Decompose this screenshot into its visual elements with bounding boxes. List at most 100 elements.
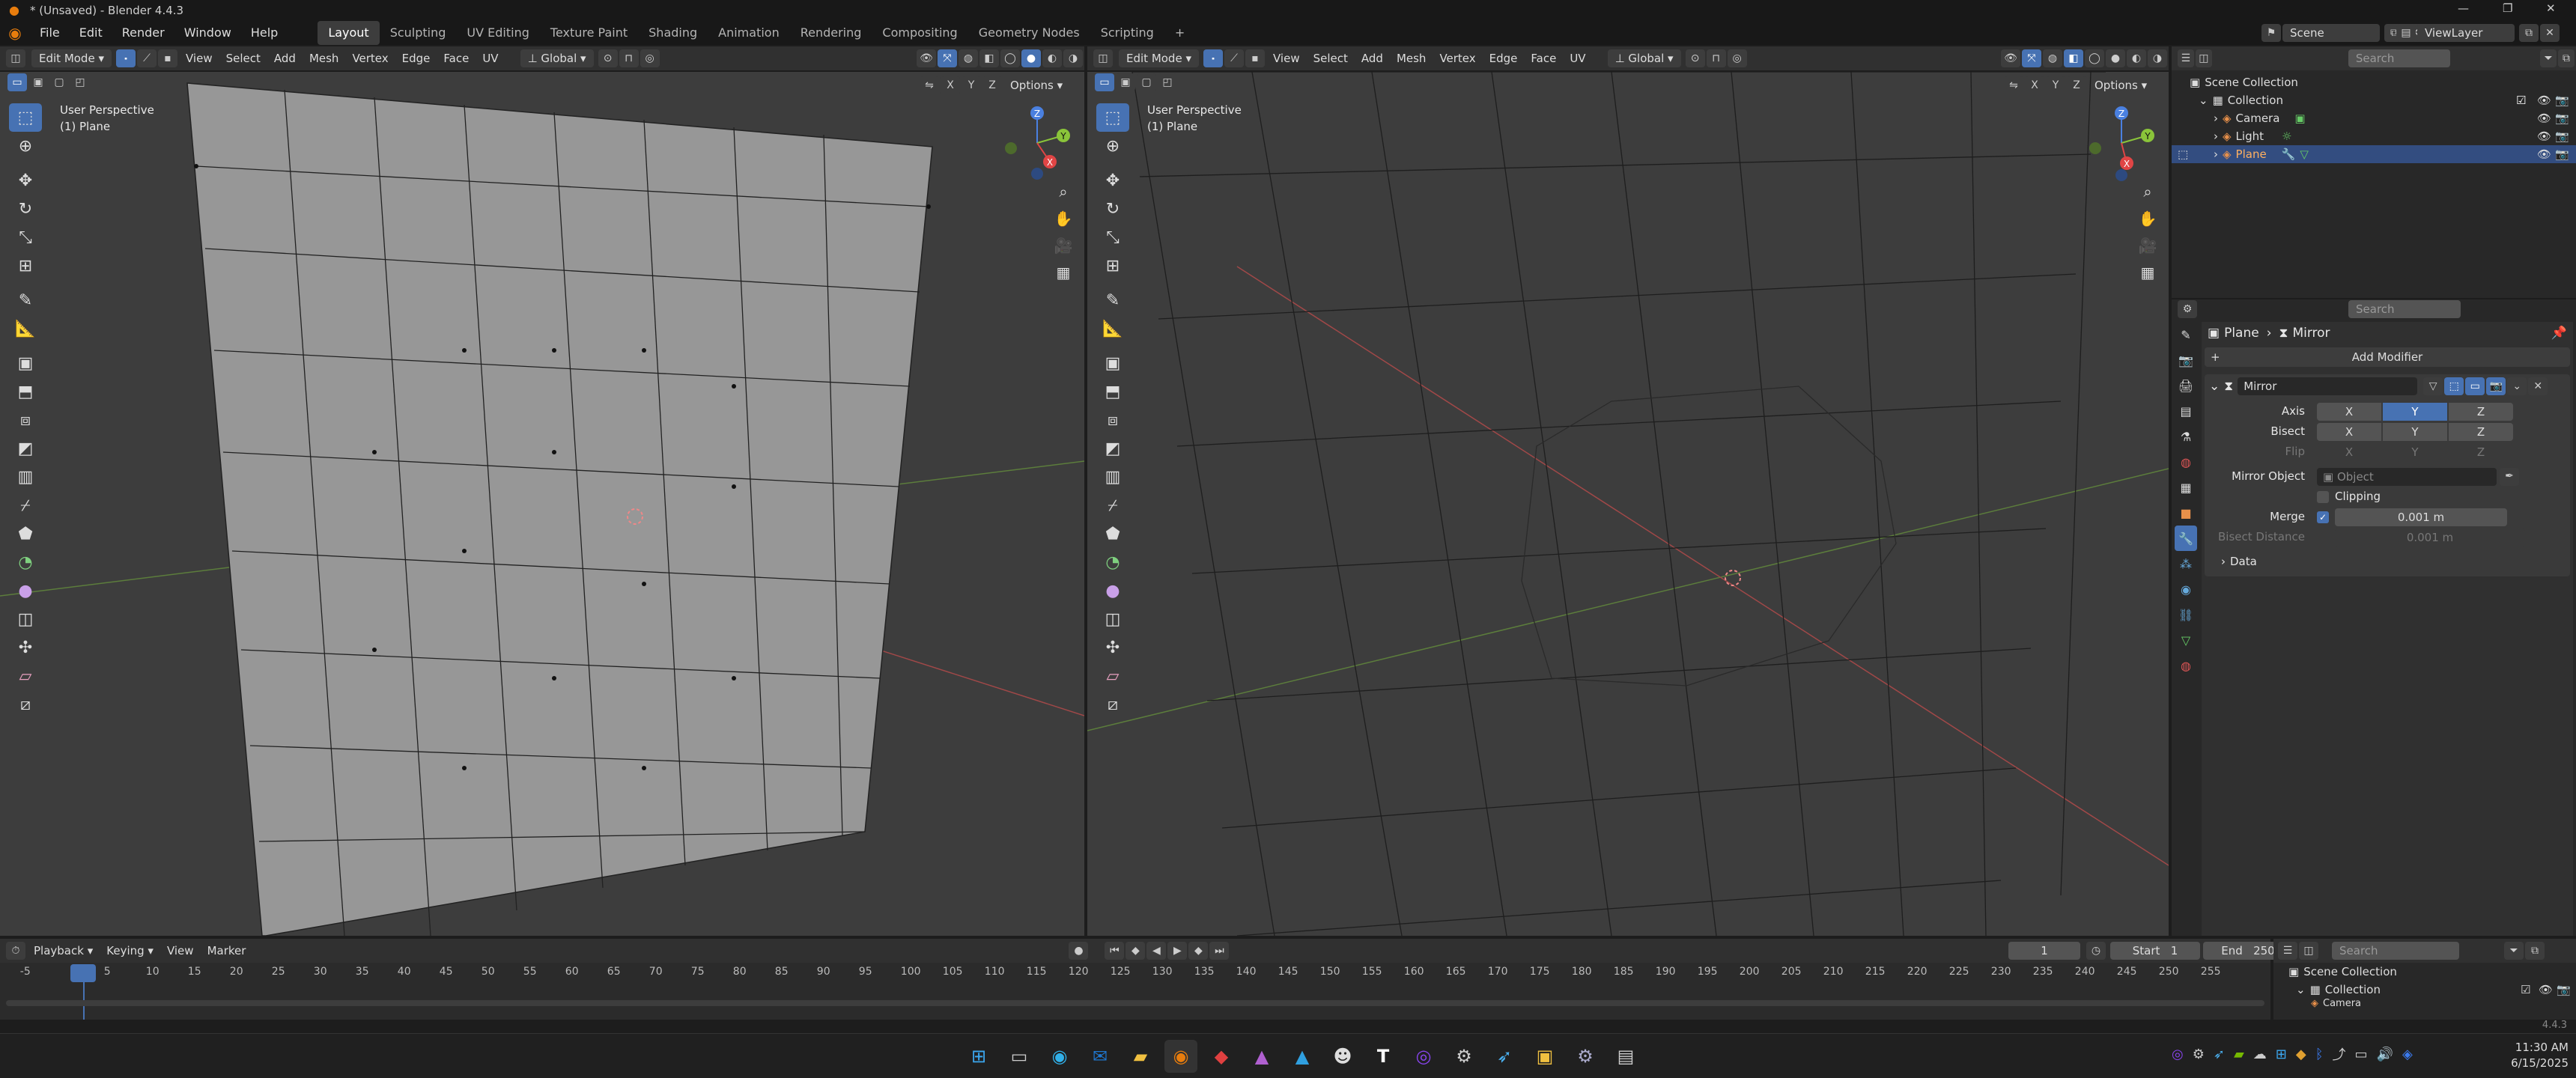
editor-type-icon[interactable]: ☰ — [2278, 942, 2297, 960]
menu-uv[interactable]: UV — [476, 46, 505, 70]
modifier-menu-icon[interactable]: ⌄ — [2507, 377, 2527, 395]
menu-mesh[interactable]: Mesh — [1390, 46, 1433, 70]
filter-icon[interactable]: ⏷ — [2540, 49, 2557, 67]
outliner-row-scene-collection[interactable]: ▣ Scene Collection — [2172, 73, 2576, 91]
inset-tool-icon[interactable]: ⧈ — [1096, 406, 1129, 434]
affinity-designer-icon[interactable]: ▲ — [1286, 1040, 1319, 1073]
visibility-icon[interactable]: 👁 — [2001, 49, 2020, 67]
menu-add[interactable]: Add — [267, 46, 303, 70]
filter-icon[interactable]: ⏷ — [2504, 942, 2524, 960]
checkbox-icon[interactable]: ☑ — [2521, 981, 2530, 999]
minimize-button[interactable]: — — [2458, 1, 2469, 15]
affinity-icon[interactable]: ▲ — [1245, 1040, 1278, 1073]
tool-tab-icon[interactable]: ✎ — [2175, 322, 2197, 347]
menu-select[interactable]: Select — [219, 46, 267, 70]
outliner-row-collection[interactable]: ⌄ ▦ Collection ☑ 👁 📷 — [2172, 91, 2576, 109]
menu-mesh[interactable]: Mesh — [303, 46, 346, 70]
display-mode-icon[interactable]: ◫ — [2195, 49, 2212, 67]
tray-dropbox-icon[interactable]: ◈ — [2402, 1047, 2413, 1062]
solid-shading-icon[interactable]: ● — [1021, 49, 1041, 67]
add-cube-tool-icon[interactable]: ▣ — [9, 349, 42, 377]
flip-y-toggle[interactable]: Y — [2383, 442, 2447, 461]
menu-render[interactable]: Render — [112, 21, 174, 45]
select-box-tool-icon[interactable]: ⬚ — [1096, 103, 1129, 132]
menu-help[interactable]: Help — [241, 21, 288, 45]
current-frame-field[interactable]: 1 — [2008, 942, 2080, 960]
tray-share-icon[interactable]: ⤴ — [2333, 1044, 2346, 1064]
bisect-x-toggle[interactable]: X — [2317, 422, 2381, 441]
menu-vertex[interactable]: Vertex — [1433, 46, 1482, 70]
expand-arrow-icon[interactable]: ⌄ — [2199, 91, 2208, 109]
zoom-icon[interactable]: ⌕ — [2134, 178, 2161, 205]
zoom-icon[interactable]: ⌕ — [1050, 178, 1077, 205]
editor-type-icon[interactable]: ◫ — [1093, 49, 1113, 67]
expand-arrow-icon[interactable]: › — [2214, 109, 2218, 127]
shrink-fatten-tool-icon[interactable]: ✣ — [9, 633, 42, 662]
rendered-shading-icon[interactable]: ◑ — [2148, 49, 2167, 67]
annotate-tool-icon[interactable]: ✎ — [1096, 286, 1129, 314]
tray-nvidia-icon[interactable]: ▰ — [2234, 1047, 2244, 1062]
assistant-icon[interactable]: ☻ — [1326, 1040, 1359, 1073]
visibility-icon[interactable]: 👁 — [917, 49, 936, 67]
spin-tool-icon[interactable]: ◔ — [1096, 548, 1129, 576]
menu-marker[interactable]: Marker — [201, 939, 253, 963]
tray-bluetooth-icon[interactable]: ᛒ — [2315, 1047, 2324, 1062]
data-subpanel-header[interactable]: › Data — [2205, 552, 2570, 572]
editor-type-icon[interactable]: ⚙ — [2178, 300, 2197, 318]
tab-uv-editing[interactable]: UV Editing — [456, 21, 539, 45]
collection-tab-icon[interactable]: ▦ — [2175, 475, 2197, 500]
mode-dropdown[interactable]: Edit Mode ▾ — [31, 49, 112, 67]
loop-cut-tool-icon[interactable]: ▥ — [1096, 463, 1129, 491]
add-modifier-button[interactable]: + Add Modifier — [2205, 347, 2570, 367]
tab-texture-paint[interactable]: Texture Paint — [540, 21, 638, 45]
mirror-y-toggle[interactable]: Y — [962, 76, 981, 94]
steam-icon[interactable]: ⚙ — [1448, 1040, 1480, 1073]
menu-face[interactable]: Face — [1524, 46, 1563, 70]
rotate-tool-icon[interactable]: ↻ — [1096, 195, 1129, 223]
edge-browser-icon[interactable]: ◉ — [1043, 1040, 1076, 1073]
scale-tool-icon[interactable]: ⤡ — [1096, 223, 1129, 252]
outliner-search-input[interactable]: Search — [2348, 49, 2451, 67]
spin-tool-icon[interactable]: ◔ — [9, 548, 42, 576]
outlook-icon[interactable]: ✉ — [1084, 1040, 1117, 1073]
extrude-tool-icon[interactable]: ⬒ — [9, 377, 42, 406]
outliner-row-light[interactable]: › ◈ Light ☼ 👁 📷 — [2172, 127, 2576, 145]
orientation-dropdown[interactable]: ⊥ Global ▾ — [520, 49, 594, 67]
secondary-row-camera[interactable]: ◈ Camera — [2273, 999, 2576, 1009]
eye-icon[interactable]: 👁 — [2539, 981, 2553, 999]
mode-dropdown[interactable]: Edit Mode ▾ — [1119, 49, 1199, 67]
collapse-arrow-icon[interactable]: ⌄ — [2209, 379, 2220, 394]
folder-icon[interactable]: ▰ — [1124, 1040, 1157, 1073]
menu-window[interactable]: Window — [174, 21, 241, 45]
select-intersect-icon[interactable]: ◰ — [70, 73, 90, 91]
snap-icon[interactable]: ⊓ — [619, 49, 639, 67]
add-cube-tool-icon[interactable]: ▣ — [1096, 349, 1129, 377]
select-new-icon[interactable]: ▭ — [7, 73, 27, 91]
xray-icon[interactable]: ◧ — [979, 49, 999, 67]
camera-view-icon[interactable]: 🎥 — [1050, 232, 1077, 259]
rotate-tool-icon[interactable]: ↻ — [9, 195, 42, 223]
select-subtract-icon[interactable]: ▢ — [49, 73, 69, 91]
wireframe-shading-icon[interactable]: ◯ — [2085, 49, 2104, 67]
terminal-icon[interactable]: ▤ — [1609, 1040, 1642, 1073]
tray-obs-icon[interactable]: ◎ — [2172, 1047, 2184, 1062]
pivot-icon[interactable]: ⊙ — [598, 49, 618, 67]
move-tool-icon[interactable]: ✥ — [9, 166, 42, 195]
prev-keyframe-icon[interactable]: ◆ — [1126, 942, 1146, 960]
on-cage-icon[interactable]: ▽ — [2423, 377, 2443, 395]
perspective-grid-icon[interactable]: ▦ — [1050, 259, 1077, 286]
cursor-tool-icon[interactable]: ⊕ — [9, 132, 42, 160]
material-shading-icon[interactable]: ◐ — [2127, 49, 2146, 67]
annotate-tool-icon[interactable]: ✎ — [9, 286, 42, 314]
axis-x-toggle[interactable]: X — [2317, 402, 2381, 421]
select-box-tool-icon[interactable]: ⬚ — [9, 103, 42, 132]
store-icon[interactable]: ▣ — [1528, 1040, 1561, 1073]
tray-steam-icon[interactable]: ⚙ — [2193, 1047, 2205, 1062]
pivot-icon[interactable]: ⊙ — [1685, 49, 1705, 67]
modifier-tab-icon[interactable]: 🔧 — [2175, 526, 2197, 551]
camera-render-icon[interactable]: 📷 — [2555, 145, 2569, 163]
menu-edit[interactable]: Edit — [70, 21, 112, 45]
options-dropdown[interactable]: Options ▾ — [2088, 73, 2154, 97]
menu-edge[interactable]: Edge — [395, 46, 437, 70]
vertex-select-icon[interactable]: ⬝ — [1203, 49, 1223, 67]
